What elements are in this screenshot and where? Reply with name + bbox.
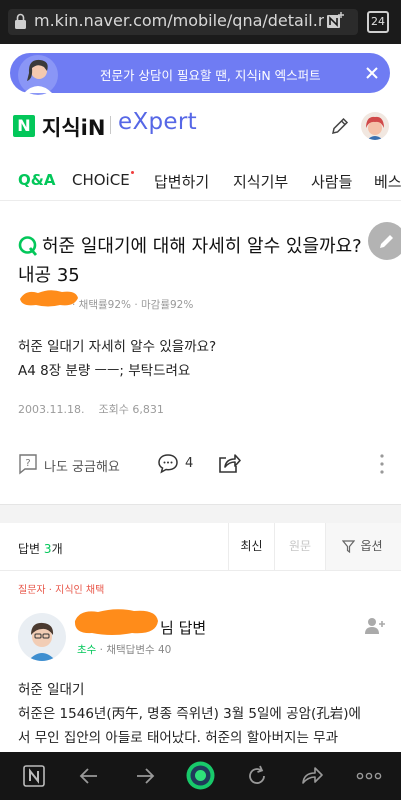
comment-icon[interactable] (157, 453, 179, 474)
question-meta: 2003.11.18. 조회수 6,831 (18, 401, 164, 417)
answer-count-number: 3 (43, 542, 52, 556)
svg-text:?: ? (25, 458, 30, 469)
banner-text: 전문가 상담이 필요할 땐, 지식iN 엑스퍼트 (100, 68, 321, 83)
tab-choice[interactable]: CHOiCE (72, 171, 130, 189)
green-dot-icon[interactable] (185, 760, 216, 791)
answerer-grade: 초수 (77, 644, 97, 656)
adopted-tag: 질문자 · 지식인 채택 (18, 585, 105, 596)
section-divider (0, 504, 401, 523)
answer-count-label: 답변 (18, 542, 41, 556)
answer-title: 님 답변 (160, 619, 207, 637)
answerer-info: 초수 · 채택답변수 40 (77, 642, 171, 657)
more-horizontal-icon[interactable] (356, 764, 382, 788)
new-dot (131, 171, 134, 174)
question-views: 조회수 6,831 (98, 403, 164, 416)
naver-logo[interactable]: N (13, 115, 35, 137)
answerer-adopted-count: · 채택답변수 40 (96, 644, 172, 656)
question-date: 2003.11.18. (18, 403, 85, 416)
answer-body-line: 허준은 1546년(丙午, 명종 즉위년) 3월 5일에 공암(孔岩)에 (18, 706, 361, 722)
options-label: 옵션 (360, 539, 383, 553)
logo-divider (110, 116, 111, 134)
user-avatar[interactable] (361, 112, 389, 140)
close-icon[interactable] (362, 63, 382, 83)
redacted-answerer-scribble (74, 609, 158, 635)
question-body-line: 허준 일대기 자세히 알수 있을까요? (18, 339, 217, 355)
filter-icon (342, 540, 355, 553)
add-user-icon[interactable] (364, 617, 386, 635)
tab-qna[interactable]: Q&A (18, 171, 55, 189)
browser-bottom-nav (0, 752, 401, 800)
expert-banner[interactable]: 전문가 상담이 필요할 땐, 지식iN 엑스퍼트 (10, 53, 390, 95)
answers-header-divider (0, 570, 401, 571)
share-icon[interactable] (217, 452, 241, 474)
question-title: 허준 일대기에 대해 자세히 알수 있을까요? 내공 35 (18, 236, 362, 286)
url-text[interactable]: m.kin.naver.com/mobile/qna/detail.nhn (34, 11, 324, 30)
tab-best[interactable]: 베스 (374, 171, 401, 192)
kin-logo-text[interactable]: 지식iN (42, 112, 105, 142)
answerer-avatar[interactable] (18, 613, 66, 661)
more-vertical-icon[interactable] (380, 454, 384, 474)
browser-url-bar: m.kin.naver.com/mobile/qna/detail.nhn 24 (0, 0, 401, 44)
forward-arrow-icon[interactable] (133, 764, 157, 788)
edit-fab[interactable] (368, 222, 401, 260)
curious-button[interactable]: 나도 궁금해요 (44, 456, 120, 475)
answer-body-line: 서 무인 집안의 아들로 태어났다. 허준의 할아버지는 무과 (18, 730, 338, 746)
naver-add-icon[interactable] (326, 12, 344, 30)
sort-recent-button[interactable]: 최신 (228, 523, 274, 570)
tab-donate[interactable]: 지식기부 (233, 171, 288, 192)
edit-pencil-icon (380, 235, 393, 248)
question-body: 허준 일대기 자세히 알수 있을까요? A4 8장 분량 ㅡㅡ; 부탁드려요 (18, 335, 216, 383)
tab-people[interactable]: 사람들 (311, 171, 352, 192)
tab-answer[interactable]: 답변하기 (154, 171, 209, 192)
naver-home-icon[interactable] (22, 764, 46, 788)
answer-count-suffix: 개 (51, 542, 63, 556)
options-button[interactable]: 옵션 (325, 523, 401, 570)
share-nav-icon[interactable] (300, 764, 324, 788)
lock-icon (15, 13, 26, 29)
back-arrow-icon[interactable] (77, 764, 101, 788)
comment-count[interactable]: 4 (185, 456, 193, 471)
sort-original-button[interactable]: 원문 (274, 523, 325, 570)
answerer-avatar-icon (28, 622, 56, 661)
tab-count-button[interactable]: 24 (367, 11, 389, 33)
pencil-icon[interactable] (330, 116, 350, 136)
curious-icon[interactable]: ? (18, 453, 38, 475)
refresh-icon[interactable] (245, 764, 269, 788)
user-avatar-icon (366, 116, 384, 140)
answer-count: 답변 3개 (18, 540, 63, 557)
main-tabs: Q&A CHOiCE 답변하기 지식기부 사람들 베스 (0, 165, 401, 195)
naver-logo-letter: N (17, 116, 31, 135)
tabs-divider (0, 200, 401, 201)
answer-body: 허준 일대기 허준은 1546년(丙午, 명종 즉위년) 3월 5일에 공암(孔… (18, 678, 388, 750)
question-body-line: A4 8장 분량 ㅡㅡ; 부탁드려요 (18, 363, 191, 379)
question-author-stats: · 채택률92% · 마감률92% (72, 299, 194, 311)
answer-body-line: 허준 일대기 (18, 682, 85, 698)
expert-avatar-icon (18, 55, 58, 95)
expert-logo-text[interactable]: eXpert (118, 109, 197, 135)
